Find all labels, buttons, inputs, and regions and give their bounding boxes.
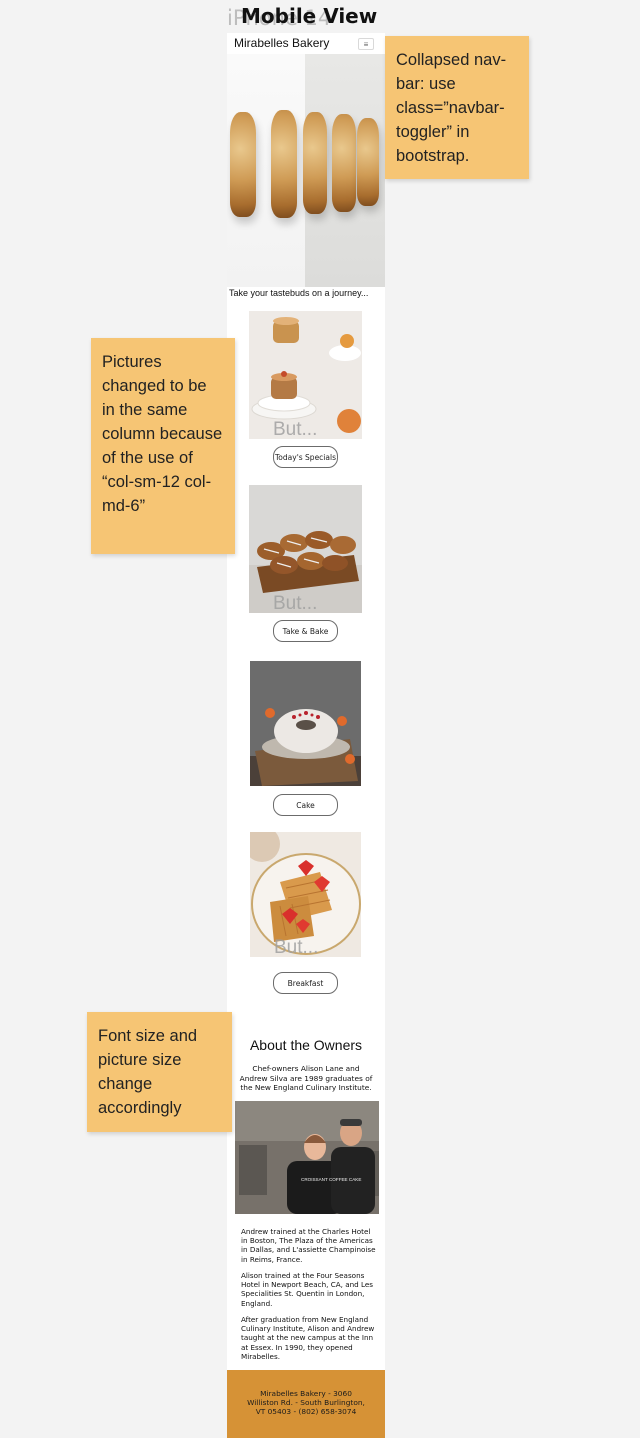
mobile-frame: Mirabelles Bakery ≡ Take your tastebuds … [227, 33, 385, 1438]
bread-slice [303, 112, 327, 214]
owners-photo: CROISSANT COFFEE CAKE [235, 1101, 379, 1214]
card-overlay-text: But... [273, 419, 318, 439]
bread-slice [332, 114, 356, 212]
about-paragraph: After graduation from New England Culina… [241, 1315, 375, 1361]
breakfast-image: But... [250, 832, 361, 957]
about-paragraph: Andrew trained at the Charles Hotel in B… [241, 1227, 376, 1264]
take-and-bake-button[interactable]: Take & Bake [273, 620, 338, 642]
shirt-text: CROISSANT COFFEE CAKE [301, 1177, 361, 1182]
navbar-brand[interactable]: Mirabelles Bakery [234, 36, 329, 50]
note-column-layout: Pictures changed to be in the same colum… [91, 338, 235, 554]
hero-image [227, 54, 385, 287]
bread-slice [357, 118, 379, 206]
take-bake-image: But... [249, 485, 362, 613]
about-paragraph: Alison trained at the Four Seasons Hotel… [241, 1271, 374, 1308]
bread-slice [230, 112, 256, 217]
card-overlay-text: But... [274, 937, 319, 957]
cake-image [250, 661, 361, 786]
footer: Mirabelles Bakery - 3060 Williston Rd. -… [227, 1370, 385, 1438]
hero-tagline: Take your tastebuds on a journey... [229, 288, 369, 298]
todays-specials-button[interactable]: Today's Specials [273, 446, 338, 468]
note-collapsed-navbar: Collapsed nav-bar: use class=”navbar-tog… [385, 36, 529, 179]
about-intro: Chef-owners Alison Lane and Andrew Silva… [239, 1064, 373, 1093]
frame-title: Mobile View [241, 4, 378, 28]
about-title: About the Owners [249, 1037, 363, 1053]
navbar: Mirabelles Bakery ≡ [227, 33, 385, 54]
cake-button[interactable]: Cake [273, 794, 338, 816]
note-font-size: Font size and picture size change accord… [87, 1012, 232, 1132]
hamburger-icon[interactable]: ≡ [358, 38, 374, 50]
card-overlay-text: But... [273, 593, 318, 613]
specials-image: But... [249, 311, 362, 439]
footer-address: Mirabelles Bakery - 3060 Williston Rd. -… [247, 1389, 365, 1417]
bread-slice [271, 110, 297, 218]
breakfast-button[interactable]: Breakfast [273, 972, 338, 994]
